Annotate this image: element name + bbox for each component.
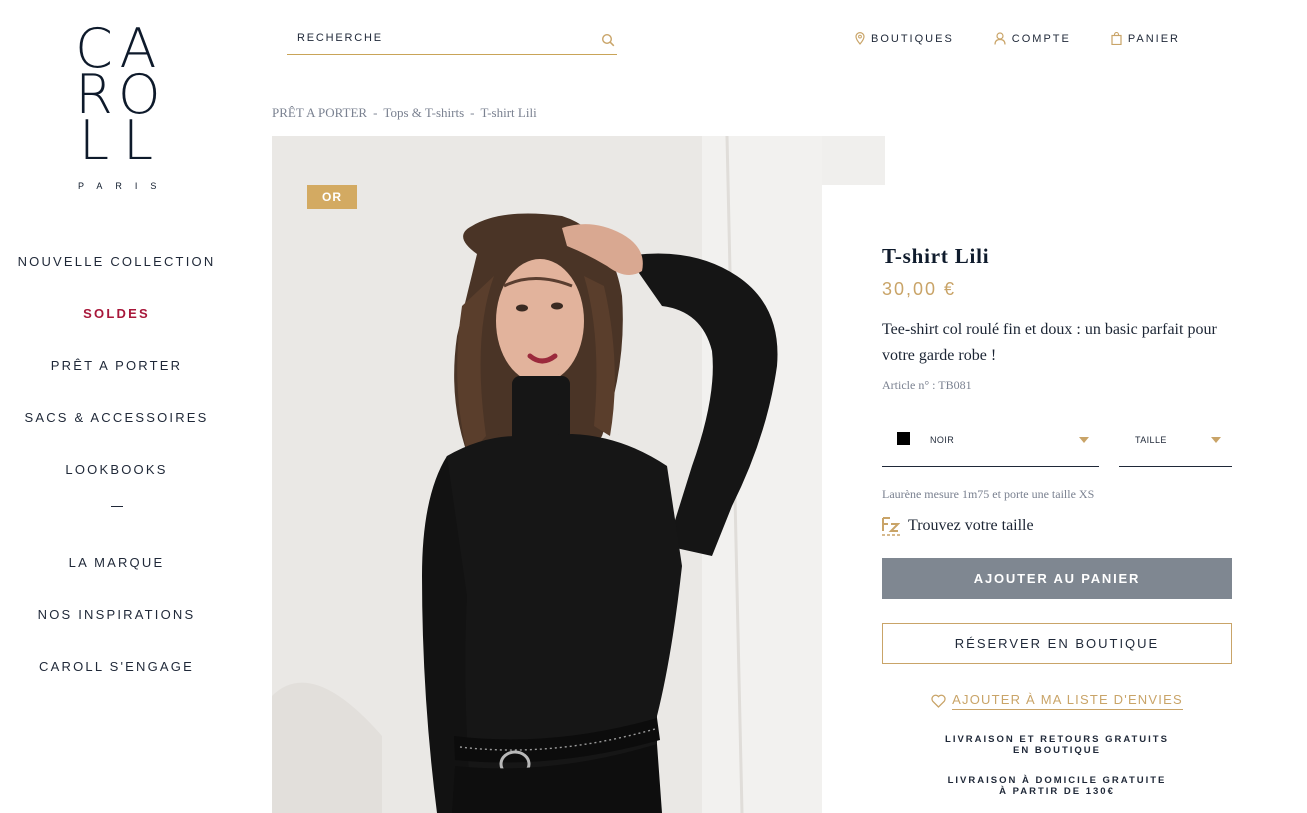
stores-label: BOUTIQUES [871,32,954,45]
add-to-cart-button[interactable]: AJOUTER AU PANIER [882,558,1232,599]
size-select-value: TAILLE [1135,435,1167,445]
variant-selectors: NOIR TAILLE [882,420,1232,467]
add-to-wishlist-link[interactable]: AJOUTER À MA LISTE D'ENVIES [882,692,1232,710]
shipping-line: LIVRAISON ET RETOURS GRATUITS [945,734,1169,745]
nav-item-sacs-accessoires[interactable]: SACS & ACCESSOIRES [0,396,233,448]
search-icon[interactable] [601,33,615,47]
breadcrumb-item[interactable]: Tops & T-shirts [383,105,464,120]
shopping-bag-icon [1111,32,1122,45]
color-swatch [897,432,910,445]
shipping-line: EN BOUTIQUE [1013,745,1101,756]
product-reference: Article n° : TB081 [882,378,972,392]
nav-item-caroll-sengage[interactable]: CAROLL S'ENGAGE [0,645,233,697]
wishlist-label: AJOUTER À MA LISTE D'ENVIES [952,692,1183,710]
product-price: 30,00 € [882,279,957,299]
color-select-value: NOIR [930,435,955,445]
nav-item-la-marque[interactable]: LA MARQUE [0,541,233,593]
nav-item-pret-a-porter[interactable]: PRÊT A PORTER [0,344,233,396]
logo-letter: L [122,109,154,172]
user-icon [994,32,1006,45]
shipping-line: LIVRAISON À DOMICILE GRATUITE [947,775,1167,786]
size-finder-label: Trouvez votre taille [908,517,1034,534]
nav-item-nos-inspirations[interactable]: NOS INSPIRATIONS [0,593,233,645]
breadcrumb: PRÊT A PORTER - Tops & T-shirts - T-shirt Li… [272,105,537,121]
image-backdrop-extension [822,136,885,185]
product-image[interactable]: OR [272,136,822,813]
shipping-info-store: LIVRAISON ET RETOURS GRATUITS EN BOUTIQU… [882,734,1232,756]
account-label: COMPTE [1011,32,1071,45]
product-badge: OR [307,185,357,209]
location-pin-icon [855,32,865,45]
product-info: T-shirt Lili 30,00 € Tee-shirt col roulé… [882,244,1232,393]
logo-row: LL [68,109,164,172]
cart-link[interactable]: PANIER [1111,32,1180,45]
breadcrumb-item[interactable]: PRÊT A PORTER [272,105,367,120]
breadcrumb-separator: - [373,105,378,120]
model-size-info: Laurène mesure 1m75 et porte une taille … [882,487,1095,501]
nav-item-soldes[interactable]: SOLDES [0,292,233,344]
search-input[interactable] [297,32,587,44]
model-photo [272,136,822,813]
logo-subtitle: PARIS [78,181,170,191]
stores-link[interactable]: BOUTIQUES [855,32,954,45]
size-select[interactable]: TAILLE [1119,420,1232,467]
size-finder-link[interactable]: Trouvez votre taille [882,515,1034,537]
reserve-in-store-button[interactable]: RÉSERVER EN BOUTIQUE [882,623,1232,664]
color-select[interactable]: NOIR [882,420,1099,467]
account-link[interactable]: COMPTE [994,32,1071,45]
header-links: BOUTIQUES COMPTE PANIER [855,32,1220,45]
side-navigation: NOUVELLE COLLECTION SOLDES PRÊT A PORTER… [0,240,233,697]
shipping-line: À PARTIR DE 130€ [999,786,1115,797]
brand-logo[interactable]: CA RO LL PARIS [68,22,170,192]
breadcrumb-separator: - [470,105,475,120]
product-title: T-shirt Lili [882,244,990,268]
fitizens-icon [882,517,900,536]
search-bar [287,28,617,55]
logo-letter: L [78,109,110,172]
nav-divider [110,506,123,507]
nav-item-lookbooks[interactable]: LOOKBOOKS [0,448,233,500]
nav-item-nouvelle-collection[interactable]: NOUVELLE COLLECTION [0,240,233,292]
cart-label: PANIER [1127,32,1180,45]
breadcrumb-item-current: T-shirt Lili [480,105,537,120]
heart-icon [931,694,946,708]
caret-down-icon [1211,437,1221,443]
product-description: Tee-shirt col roulé fin et doux : un bas… [882,321,1217,364]
caret-down-icon [1079,437,1089,443]
shipping-info-home: LIVRAISON À DOMICILE GRATUITE À PARTIR D… [882,775,1232,797]
